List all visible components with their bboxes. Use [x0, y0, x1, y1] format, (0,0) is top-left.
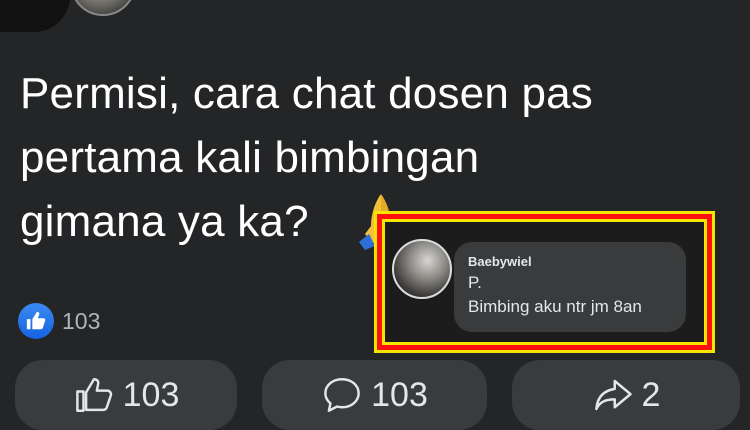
- poster-avatar[interactable]: [70, 0, 136, 16]
- share-button[interactable]: 2: [512, 360, 740, 430]
- dark-cropped-shape: [0, 0, 70, 32]
- comment-icon: [324, 378, 360, 412]
- like-button[interactable]: 103: [15, 360, 237, 430]
- like-icon: [18, 303, 54, 339]
- comment-line-1: P.: [468, 273, 482, 292]
- comment-author[interactable]: Baebywiel: [468, 254, 672, 269]
- like-count: 103: [122, 375, 180, 414]
- share-count: 2: [641, 375, 661, 414]
- reaction-summary[interactable]: 103: [18, 303, 100, 339]
- post-line-1: Permisi, cara chat dosen pas: [20, 69, 593, 118]
- post-line-2: pertama kali bimbingan: [20, 133, 480, 182]
- action-bar: 103 103 2: [0, 360, 750, 430]
- share-icon: [594, 379, 632, 411]
- reaction-count: 103: [62, 307, 101, 334]
- comment-button[interactable]: 103: [262, 360, 487, 430]
- comment-line-2: Bimbing aku ntr jm 8an: [468, 297, 642, 316]
- highlighted-comment: Baebywiel P. Bimbing aku ntr jm 8an: [377, 214, 712, 350]
- commenter-avatar[interactable]: [392, 239, 452, 299]
- comment-count: 103: [371, 375, 428, 414]
- comment-bubble[interactable]: Baebywiel P. Bimbing aku ntr jm 8an: [454, 242, 686, 332]
- thumbs-up-icon: [75, 378, 112, 412]
- top-avatar-area: [0, 0, 140, 32]
